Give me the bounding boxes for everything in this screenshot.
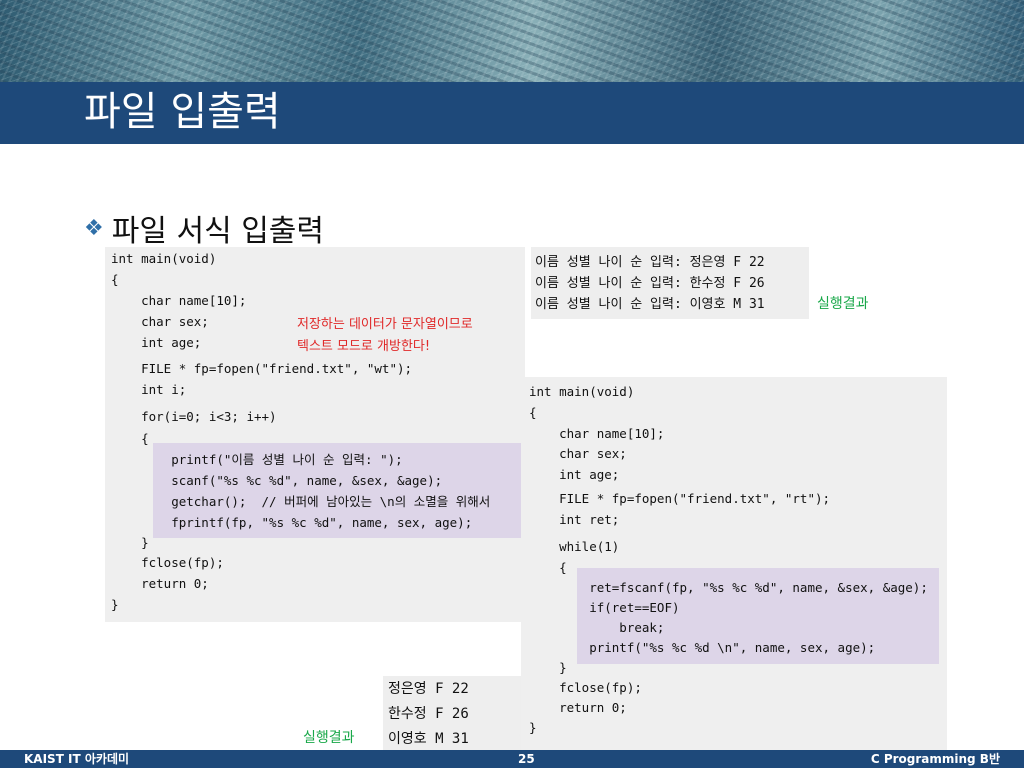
code-line: { <box>111 431 149 446</box>
code-line: return 0; <box>111 576 209 591</box>
code-line: printf("%s %c %d \n", name, sex, age); <box>529 640 876 655</box>
code-line: } <box>529 720 537 735</box>
execution-result-label-bottom: 실행결과 <box>303 730 355 746</box>
footer-organization: KAIST IT 아카데미 <box>24 752 130 766</box>
code-line: int main(void) <box>529 384 635 399</box>
code-line: while(1) <box>529 539 620 554</box>
code-line: FILE * fp=fopen("friend.txt", "wt"); <box>111 361 413 376</box>
result-line: 이름 성별 나이 순 입력: 이영호 M 31 <box>535 297 765 312</box>
code-line: { <box>529 405 537 420</box>
code-line: getchar(); // 버퍼에 남아있는 \n의 소멸을 위해서 <box>111 494 491 509</box>
result-line: 이름 성별 나이 순 입력: 한수정 F 26 <box>535 276 765 291</box>
code-line: for(i=0; i<3; i++) <box>111 409 277 424</box>
code-line: ret=fscanf(fp, "%s %c %d", name, &sex, &… <box>529 580 928 595</box>
annotation-line-2: 텍스트 모드로 개방한다! <box>297 339 431 354</box>
result-line: 정은영 F 22 <box>388 681 469 697</box>
code-line: if(ret==EOF) <box>529 600 680 615</box>
bullet-item: ❖ 파일 서식 입출력 <box>84 206 324 250</box>
code-line: { <box>111 272 119 287</box>
code-line: char name[10]; <box>111 293 247 308</box>
annotation-line-1: 저장하는 데이터가 문자열이므로 <box>297 317 473 332</box>
code-line: FILE * fp=fopen("friend.txt", "rt"); <box>529 491 831 506</box>
code-line: char sex; <box>111 314 209 329</box>
code-line: { <box>529 560 567 575</box>
code-line: int ret; <box>529 512 620 527</box>
code-line: char name[10]; <box>529 426 665 441</box>
result-line: 한수정 F 26 <box>388 706 469 722</box>
write-code-box: int main(void) { char name[10]; char sex… <box>105 247 525 622</box>
read-code-box: int main(void) { char name[10]; char sex… <box>521 377 947 750</box>
result-line: 이영호 M 31 <box>388 731 469 747</box>
footer-course: C Programming B반 <box>870 752 1000 766</box>
diamond-bullet-icon: ❖ <box>84 215 104 241</box>
code-line: int i; <box>111 382 187 397</box>
code-line: fprintf(fp, "%s %c %d", name, sex, age); <box>111 515 473 530</box>
slide-title: 파일 입출력 <box>84 89 281 135</box>
result-line: 이름 성별 나이 순 입력: 정은영 F 22 <box>535 255 765 270</box>
header-banner-image <box>0 0 1024 82</box>
execution-result-top: 이름 성별 나이 순 입력: 정은영 F 22 이름 성별 나이 순 입력: 한… <box>531 247 809 319</box>
code-line: } <box>111 535 149 550</box>
code-line: return 0; <box>529 700 627 715</box>
bullet-text: 파일 서식 입출력 <box>111 214 325 249</box>
execution-result-label-top: 실행결과 <box>817 296 869 312</box>
code-line: int main(void) <box>111 251 217 266</box>
code-line: printf("이름 성별 나이 순 입력: "); <box>111 452 403 467</box>
code-line: fclose(fp); <box>111 555 224 570</box>
code-line: scanf("%s %c %d", name, &sex, &age); <box>111 473 443 488</box>
footer-bar: KAIST IT 아카데미 25 C Programming B반 <box>0 750 1024 768</box>
code-line: char sex; <box>529 446 627 461</box>
code-line: break; <box>529 620 665 635</box>
code-line: } <box>529 660 567 675</box>
execution-result-bottom: 정은영 F 22 한수정 F 26 이영호 M 31 <box>383 676 521 750</box>
code-line: fclose(fp); <box>529 680 642 695</box>
code-line: int age; <box>111 335 202 350</box>
page-number: 25 <box>518 752 535 766</box>
code-line: int age; <box>529 467 620 482</box>
code-line: } <box>111 597 119 612</box>
